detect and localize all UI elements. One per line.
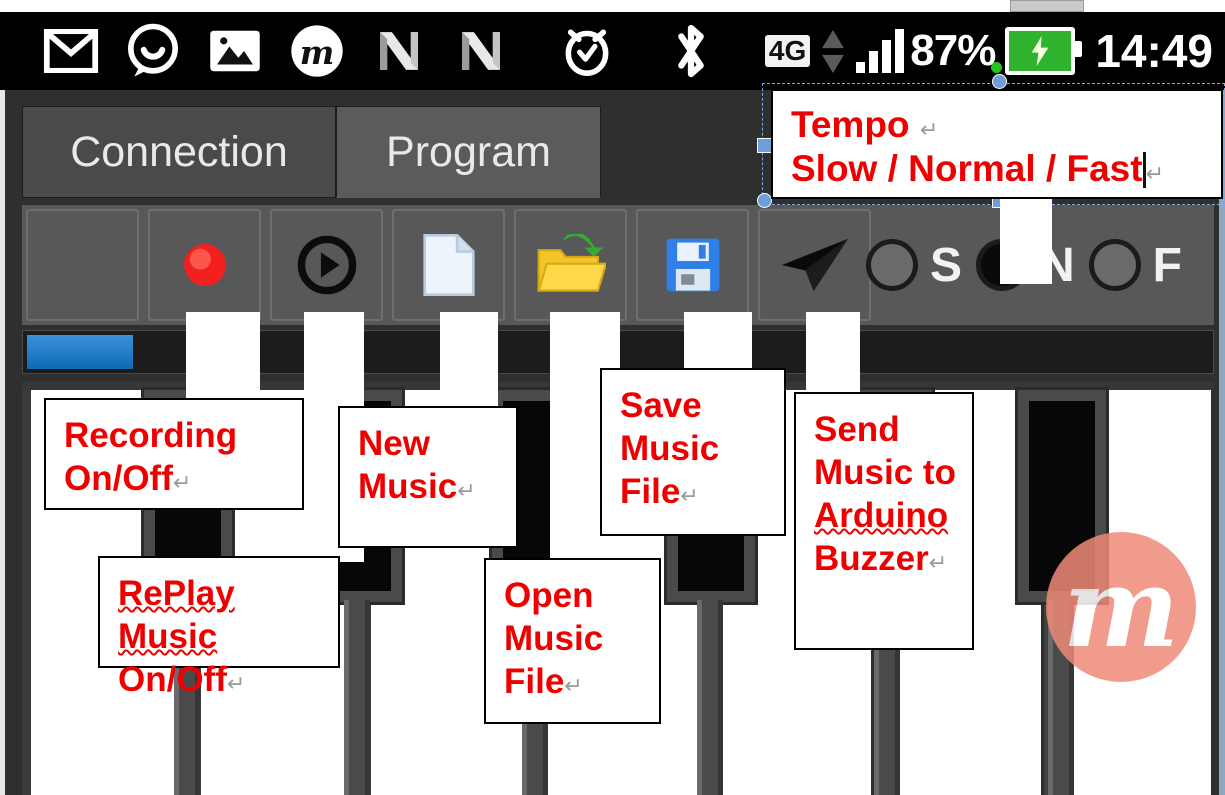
selection-handle[interactable] xyxy=(757,138,772,153)
battery-charging-icon xyxy=(1005,27,1083,75)
track-progress-fill xyxy=(27,335,133,369)
selection-handle[interactable] xyxy=(757,193,772,208)
piano-black-key-stem xyxy=(697,600,723,795)
floppy-disk-save-icon xyxy=(666,238,719,292)
rotate-handle[interactable] xyxy=(991,62,1002,73)
clock-label: 14:49 xyxy=(1095,25,1213,77)
status-bar: m 4G 87% 14:49 xyxy=(0,12,1225,90)
battery-percent-label: 87% xyxy=(910,26,996,75)
record-button[interactable] xyxy=(148,209,261,321)
n-app-icon-2 xyxy=(440,22,522,80)
phone-screenshot: m 4G 87% 14:49 Connection Program S N F … xyxy=(0,0,1225,795)
messaging-icon xyxy=(112,22,194,80)
tempo-callout: Tempo ↵ Slow / Normal / Fast ↵ xyxy=(771,89,1223,199)
bluetooth-icon xyxy=(650,22,732,80)
app-watermark-logo: m xyxy=(1046,532,1196,682)
window-left-edge xyxy=(0,90,5,795)
tab-bar: Connection Program xyxy=(22,106,601,198)
send-music-callout: Send Music to Arduino Buzzer↵ xyxy=(794,392,974,650)
save-music-callout: Save Music File↵ xyxy=(600,368,786,536)
play-circle-icon xyxy=(297,235,356,295)
gallery-icon xyxy=(194,22,276,80)
new-music-callout-text: New Music↵ xyxy=(358,424,476,507)
replay-callout: RePlay Music On/Off↵ xyxy=(98,556,340,699)
send-music-callout-tail xyxy=(806,312,860,394)
replay-button[interactable] xyxy=(270,209,383,321)
gmail-icon xyxy=(30,22,112,80)
svg-text:m: m xyxy=(300,33,335,72)
status-notification-icons: m xyxy=(0,22,732,80)
new-document-icon xyxy=(422,233,475,297)
new-music-callout: New Music↵ xyxy=(338,406,518,548)
tempo-radio-slow-label: S xyxy=(929,238,962,292)
alarm-icon xyxy=(546,22,628,80)
open-music-callout: Open Music File↵ xyxy=(484,558,661,724)
recording-callout-text: Recording On/Off↵ xyxy=(64,416,238,499)
send-music-callout-text: Send Music to Arduino Buzzer↵ xyxy=(814,410,956,579)
tempo-callout-text: Tempo ↵ Slow / Normal / Fast ↵ xyxy=(791,104,1165,189)
cropped-ui-chip xyxy=(1010,0,1084,12)
selection-handle[interactable] xyxy=(992,74,1007,89)
send-button[interactable] xyxy=(758,209,871,321)
recording-callout: Recording On/Off↵ xyxy=(44,398,304,510)
tempo-radio-fast[interactable] xyxy=(1088,239,1141,291)
save-music-callout-text: Save Music File↵ xyxy=(620,386,720,512)
blank-button[interactable] xyxy=(26,209,139,321)
tab-connection[interactable]: Connection xyxy=(22,106,336,198)
save-music-callout-tail xyxy=(684,312,752,370)
n-app-icon xyxy=(358,22,440,80)
tempo-radio-slow[interactable] xyxy=(865,239,918,291)
paper-plane-icon xyxy=(781,238,848,292)
tab-program[interactable]: Program xyxy=(336,106,601,198)
open-folder-icon xyxy=(536,234,606,292)
data-transfer-arrows-icon xyxy=(820,29,846,73)
signal-strength-icon xyxy=(856,29,905,73)
network-type-badge: 4G xyxy=(764,35,811,67)
replay-callout-text: RePlay Music On/Off↵ xyxy=(118,574,246,700)
open-file-button[interactable] xyxy=(514,209,627,321)
tempo-callout-tail xyxy=(1000,196,1052,284)
open-music-callout-text: Open Music File↵ xyxy=(504,576,604,702)
tempo-radio-fast-label: F xyxy=(1152,238,1182,292)
new-file-button[interactable] xyxy=(392,209,505,321)
new-music-callout-tail xyxy=(440,312,498,408)
m-app-icon: m xyxy=(276,22,358,80)
record-icon xyxy=(183,244,226,286)
save-file-button[interactable] xyxy=(636,209,749,321)
piano-black-key-stem xyxy=(344,600,370,795)
